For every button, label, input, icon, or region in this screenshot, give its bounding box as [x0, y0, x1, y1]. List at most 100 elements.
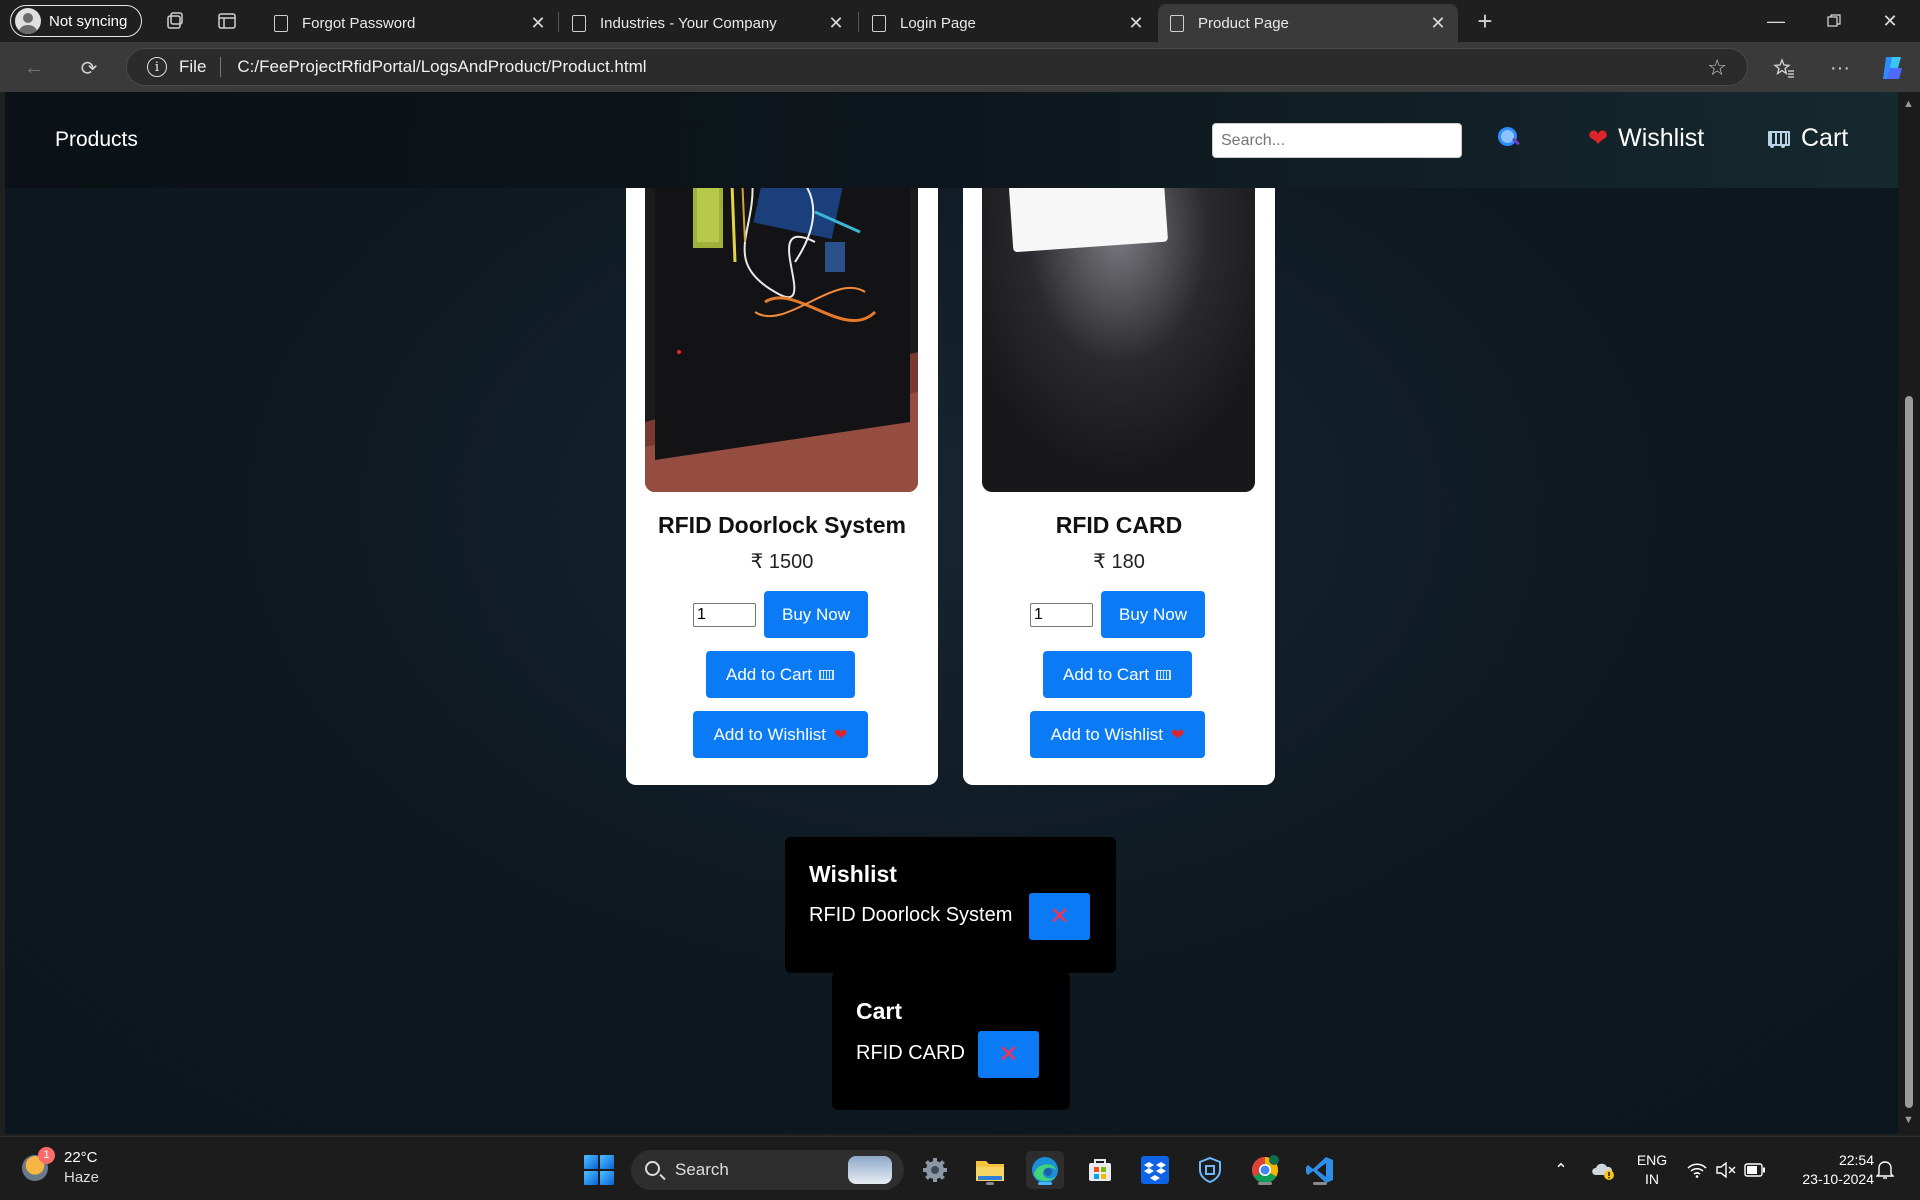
copilot-icon[interactable]	[1876, 52, 1908, 84]
tab-title: Login Page	[900, 14, 976, 32]
onedrive-warning-icon[interactable]	[1584, 1151, 1622, 1189]
product-name: RFID Doorlock System	[658, 512, 906, 538]
tab-title: Industries - Your Company	[600, 14, 777, 32]
cart-item: RFID CARD	[856, 1042, 965, 1064]
browser-toolbar: ← ⟳ i File C:/FeeProjectRfidPortal/LogsA…	[0, 42, 1920, 92]
minimize-icon[interactable]: —	[1748, 0, 1804, 42]
close-icon[interactable]: ✕	[826, 13, 846, 33]
buy-now-label: Buy Now	[1118, 604, 1188, 624]
tab-industries[interactable]: Industries - Your Company ✕	[560, 4, 856, 42]
edge-browser-icon[interactable]	[1026, 1151, 1064, 1189]
dropbox-icon[interactable]	[1136, 1151, 1174, 1189]
security-app-icon[interactable]	[1191, 1151, 1229, 1189]
site-header: Products ❤ Wishlist Cart	[5, 92, 1898, 188]
workspaces-icon[interactable]	[162, 8, 188, 34]
add-to-wishlist-button[interactable]: Add to Wishlist ❤	[693, 711, 868, 758]
file-explorer-icon[interactable]	[971, 1151, 1009, 1189]
windows-taskbar: 1 22°C Haze Search ⌃ ENG IN 22:54 23-10-…	[0, 1136, 1920, 1200]
close-icon: ✕	[998, 1041, 1019, 1068]
quantity-input[interactable]	[1030, 603, 1093, 627]
search-highlight-image	[848, 1156, 892, 1184]
running-indicator	[1038, 1182, 1052, 1185]
tab-title: Product Page	[1198, 14, 1289, 32]
page-viewport: Products ❤ Wishlist Cart	[5, 92, 1898, 1134]
wishlist-link[interactable]: ❤ Wishlist	[1588, 124, 1704, 153]
browser-tab-bar: Not syncing Forgot Password ✕ Industries…	[0, 0, 1920, 42]
restore-icon[interactable]	[1806, 0, 1862, 42]
running-indicator	[986, 1182, 994, 1185]
favorites-icon[interactable]	[1768, 52, 1800, 84]
cart-link[interactable]: Cart	[1765, 124, 1848, 153]
new-tab-icon[interactable]: +	[1472, 6, 1498, 36]
wishlist-link-label: Wishlist	[1618, 124, 1705, 152]
remove-cart-item-button[interactable]: ✕	[978, 1031, 1039, 1078]
refresh-icon[interactable]: ⟳	[73, 52, 105, 84]
heart-icon: ❤	[1588, 125, 1609, 152]
chrome-icon[interactable]	[1246, 1151, 1284, 1189]
cart-icon	[819, 669, 835, 681]
address-url[interactable]: C:/FeeProjectRfidPortal/LogsAndProduct/P…	[237, 57, 646, 77]
add-to-cart-button[interactable]: Add to Cart	[1043, 651, 1192, 698]
clock-time: 22:54	[1838, 1152, 1874, 1168]
quantity-input[interactable]	[693, 603, 756, 627]
address-scheme: File	[179, 57, 207, 76]
running-indicator	[1313, 1182, 1327, 1185]
buy-now-label: Buy Now	[781, 604, 851, 624]
cart-icon	[1156, 669, 1172, 681]
settings-icon[interactable]	[916, 1151, 954, 1189]
close-icon[interactable]: ✕	[528, 13, 548, 33]
add-to-cart-button[interactable]: Add to Cart	[706, 651, 855, 698]
star-icon[interactable]: ☆	[1707, 55, 1727, 81]
language-code: ENG	[1636, 1152, 1668, 1168]
document-icon	[572, 14, 586, 32]
wishlist-item: RFID Doorlock System	[809, 904, 1013, 926]
chevron-up-icon[interactable]: ⌃	[1542, 1151, 1580, 1189]
search-icon	[645, 1161, 660, 1176]
vscode-icon[interactable]	[1301, 1151, 1339, 1189]
clock[interactable]: 22:54 23-10-2024	[1782, 1151, 1874, 1189]
heart-icon: ❤	[834, 726, 848, 744]
tab-separator	[858, 12, 859, 32]
page-scrollbar[interactable]: ▲ ▼	[1898, 92, 1920, 1134]
search-input[interactable]	[1212, 123, 1462, 158]
window-close-icon[interactable]: ✕	[1862, 0, 1918, 42]
buy-now-button[interactable]: Buy Now	[1101, 591, 1205, 638]
tab-title: Forgot Password	[302, 14, 416, 32]
product-name: RFID CARD	[1055, 512, 1183, 538]
notification-bell-icon[interactable]	[1866, 1151, 1904, 1189]
scroll-up-arrow-icon[interactable]: ▲	[1903, 98, 1914, 110]
cart-icon	[1765, 129, 1790, 149]
search-button[interactable]	[1498, 127, 1518, 147]
document-icon	[274, 14, 288, 32]
more-options-icon[interactable]: ···	[1824, 52, 1856, 84]
region-code: IN	[1645, 1171, 1659, 1187]
wishlist-panel-title: Wishlist	[809, 861, 897, 887]
scroll-thumb[interactable]	[1905, 396, 1913, 1108]
taskbar-search-label: Search	[675, 1160, 729, 1179]
profile-button[interactable]: Not syncing	[10, 5, 142, 37]
info-icon[interactable]: i	[147, 57, 167, 77]
taskbar-search[interactable]: Search	[631, 1150, 904, 1190]
tab-product-page[interactable]: Product Page ✕	[1158, 4, 1458, 42]
product-card: RFID Doorlock System ₹ 1500 Buy Now Add …	[626, 92, 938, 785]
microsoft-store-icon[interactable]	[1081, 1151, 1119, 1189]
close-icon[interactable]: ✕	[1126, 13, 1146, 33]
language-indicator[interactable]: ENG IN	[1634, 1151, 1670, 1189]
battery-icon[interactable]	[1736, 1151, 1774, 1189]
cart-panel: Cart RFID CARD ✕	[832, 972, 1070, 1110]
tab-forgot-password[interactable]: Forgot Password ✕	[262, 4, 558, 42]
brand-title[interactable]: Products	[55, 128, 138, 152]
vertical-tabs-icon[interactable]	[214, 8, 240, 34]
wishlist-panel: Wishlist RFID Doorlock System ✕	[785, 837, 1116, 973]
document-icon	[872, 14, 886, 32]
close-icon[interactable]: ✕	[1428, 13, 1448, 33]
back-arrow-icon[interactable]: ←	[18, 52, 50, 84]
scroll-down-arrow-icon[interactable]: ▼	[1903, 1114, 1914, 1126]
buy-now-button[interactable]: Buy Now	[764, 591, 868, 638]
cart-link-label: Cart	[1801, 124, 1849, 152]
start-button[interactable]	[580, 1151, 618, 1189]
tab-login-page[interactable]: Login Page ✕	[860, 4, 1156, 42]
address-bar[interactable]: i File C:/FeeProjectRfidPortal/LogsAndPr…	[126, 48, 1748, 86]
remove-wishlist-item-button[interactable]: ✕	[1029, 893, 1090, 940]
add-to-wishlist-button[interactable]: Add to Wishlist ❤	[1030, 711, 1205, 758]
